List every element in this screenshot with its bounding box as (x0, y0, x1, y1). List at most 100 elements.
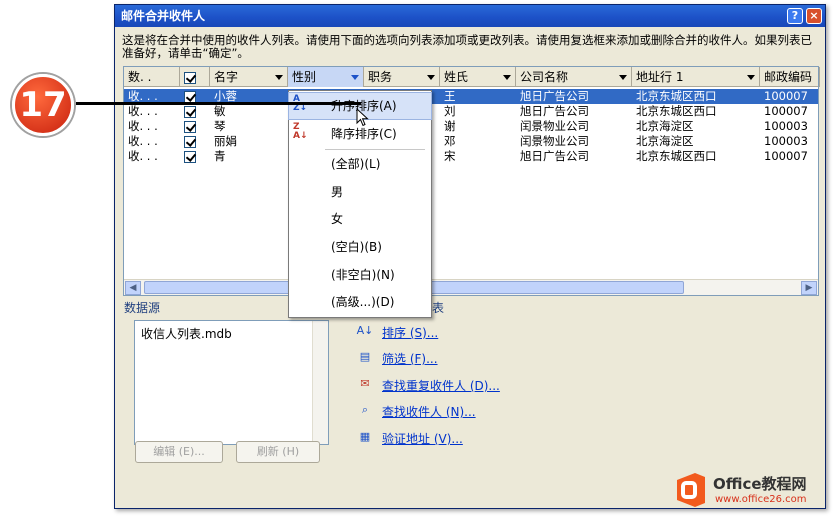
col-header-gender[interactable]: 性别 (288, 67, 364, 87)
check-cell[interactable] (180, 149, 210, 164)
zip-cell: 100007 (764, 89, 808, 103)
chevron-down-icon[interactable] (427, 75, 435, 80)
surname-cell: 王 (444, 89, 456, 103)
check-cell[interactable] (180, 104, 210, 119)
name-cell: 敏 (214, 104, 226, 118)
address-cell: 北京海淀区 (636, 134, 694, 148)
office-logo-icon (677, 473, 705, 507)
datasource-label: 数据源 (124, 301, 161, 315)
help-button[interactable]: ? (787, 8, 803, 24)
surname-cell: 邓 (444, 134, 456, 148)
col-header-title[interactable]: 职务 (364, 67, 440, 87)
watermark-url: www.office26.com (715, 494, 807, 505)
table-row[interactable]: 收. . . 丽娟 邓 闰景物业公司 北京海淀区 100003 (124, 134, 818, 149)
sort-icon: A↓ (356, 324, 374, 337)
dialog-title: 邮件合并收件人 (121, 9, 206, 23)
step-number-badge: 17 (12, 74, 74, 136)
chevron-down-icon[interactable] (503, 75, 511, 80)
chevron-down-icon[interactable] (619, 75, 627, 80)
col-header-company[interactable]: 公司名称 (516, 67, 632, 87)
sort-descending-icon: Z A↓ (293, 122, 308, 141)
recipient-checkbox[interactable] (184, 105, 196, 118)
surname-cell: 宋 (444, 149, 456, 163)
vertical-scrollbar[interactable] (312, 321, 328, 444)
zip-cell: 100007 (764, 149, 808, 163)
dialog-titlebar: 邮件合并收件人 ? × (115, 5, 825, 27)
refresh-button[interactable]: 刷新 (H) (236, 441, 320, 463)
table-row[interactable]: 收. . . 敏 刘 旭日广告公司 北京东城区西口 100007 (124, 104, 818, 119)
watermark-title: Office教程网 (713, 475, 807, 493)
col-header-name-label: 名字 (214, 70, 239, 84)
col-header-address-label: 地址行 1 (636, 70, 684, 84)
table-row[interactable]: 收. . . 青 宋 旭日广告公司 北京东城区西口 100007 (124, 149, 818, 164)
col-header-zip[interactable]: 邮政编码 (760, 67, 820, 87)
col-header-gender-label: 性别 (292, 70, 317, 84)
src-cell: 收. . . (128, 104, 158, 118)
filter-icon: ▤ (359, 350, 371, 363)
surname-cell: 刘 (444, 104, 456, 118)
scroll-right-icon[interactable]: ▶ (801, 281, 817, 295)
datasource-listbox[interactable]: 收信人列表.mdb (134, 320, 329, 445)
name-cell: 琴 (214, 119, 226, 133)
close-button[interactable]: × (806, 8, 822, 24)
select-all-checkbox[interactable] (184, 71, 196, 84)
col-header-address[interactable]: 地址行 1 (632, 67, 760, 87)
zip-cell: 100007 (764, 104, 808, 118)
edit-button[interactable]: 编辑 (E)... (135, 441, 223, 463)
intro-text: 这是将在合并中使用的收件人列表。请使用下面的选项向列表添加项或更改列表。请使用复… (122, 33, 812, 60)
recipient-list[interactable]: 数. . 名字 性别 职务 姓氏 公司名称 地址行 1 邮政编码 收. . .小… (123, 66, 820, 296)
menu-item-blank[interactable]: (空白)(B) (289, 234, 431, 260)
recipient-checkbox[interactable] (184, 90, 196, 103)
address-cell: 北京东城区西口 (636, 89, 717, 103)
address-cell: 北京东城区西口 (636, 104, 717, 118)
scroll-left-icon[interactable]: ◀ (125, 281, 141, 295)
check-cell[interactable] (180, 134, 210, 149)
col-header-surname[interactable]: 姓氏 (440, 67, 516, 87)
company-cell: 闰景物业公司 (520, 134, 589, 148)
sort-link[interactable]: 排序 (S)... (382, 324, 438, 341)
validate-address-icon: ▦ (359, 430, 371, 443)
validate-address-link[interactable]: 验证地址 (V)... (382, 430, 463, 447)
src-cell: 收. . . (128, 149, 158, 163)
src-cell: 收. . . (128, 134, 158, 148)
chevron-down-icon[interactable] (275, 75, 283, 80)
check-cell[interactable] (180, 119, 210, 134)
find-recipient-icon: ⌕ (361, 403, 369, 416)
menu-item-nonblank[interactable]: (非空白)(N) (289, 262, 431, 288)
horizontal-scrollbar[interactable]: ◀ ▶ (124, 279, 818, 295)
col-header-surname-label: 姓氏 (444, 70, 469, 84)
menu-item-male[interactable]: 男 (289, 179, 431, 205)
name-cell: 丽娟 (214, 134, 237, 148)
filter-link[interactable]: 筛选 (F)... (382, 350, 438, 367)
menu-separator (325, 149, 425, 150)
list-header: 数. . 名字 性别 职务 姓氏 公司名称 地址行 1 邮政编码 (124, 67, 820, 87)
recipient-checkbox[interactable] (184, 135, 196, 148)
address-cell: 北京海淀区 (636, 119, 694, 133)
menu-item-advanced[interactable]: (高级...)(D) (289, 289, 431, 315)
chevron-down-icon[interactable] (747, 75, 755, 80)
recipient-checkbox[interactable] (184, 150, 196, 163)
company-cell: 旭日广告公司 (520, 89, 589, 103)
zip-cell: 100003 (764, 119, 808, 133)
company-cell: 旭日广告公司 (520, 104, 589, 118)
table-row[interactable]: 收. . . 琴 谢 闰景物业公司 北京海淀区 100003 (124, 119, 818, 134)
datasource-file[interactable]: 收信人列表.mdb (141, 327, 232, 341)
find-recipient-link[interactable]: 查找收件人 (N)... (382, 403, 476, 420)
col-header-source[interactable]: 数. . (124, 67, 180, 87)
col-header-check[interactable] (180, 67, 210, 87)
find-duplicates-link[interactable]: 查找重复收件人 (D)... (382, 377, 500, 394)
menu-item-all[interactable]: (全部)(L) (289, 151, 431, 177)
watermark: Office教程网 www.office26.com (671, 468, 831, 514)
mouse-cursor-icon (356, 108, 369, 127)
address-cell: 北京东城区西口 (636, 149, 717, 163)
surname-cell: 谢 (444, 119, 456, 133)
recipient-checkbox[interactable] (184, 120, 196, 133)
col-header-name[interactable]: 名字 (210, 67, 288, 87)
company-cell: 旭日广告公司 (520, 149, 589, 163)
callout-leader-line (76, 102, 361, 105)
col-header-company-label: 公司名称 (520, 70, 569, 84)
company-cell: 闰景物业公司 (520, 119, 589, 133)
name-cell: 青 (214, 149, 226, 163)
menu-item-female[interactable]: 女 (289, 206, 431, 232)
chevron-down-icon[interactable] (351, 75, 359, 80)
